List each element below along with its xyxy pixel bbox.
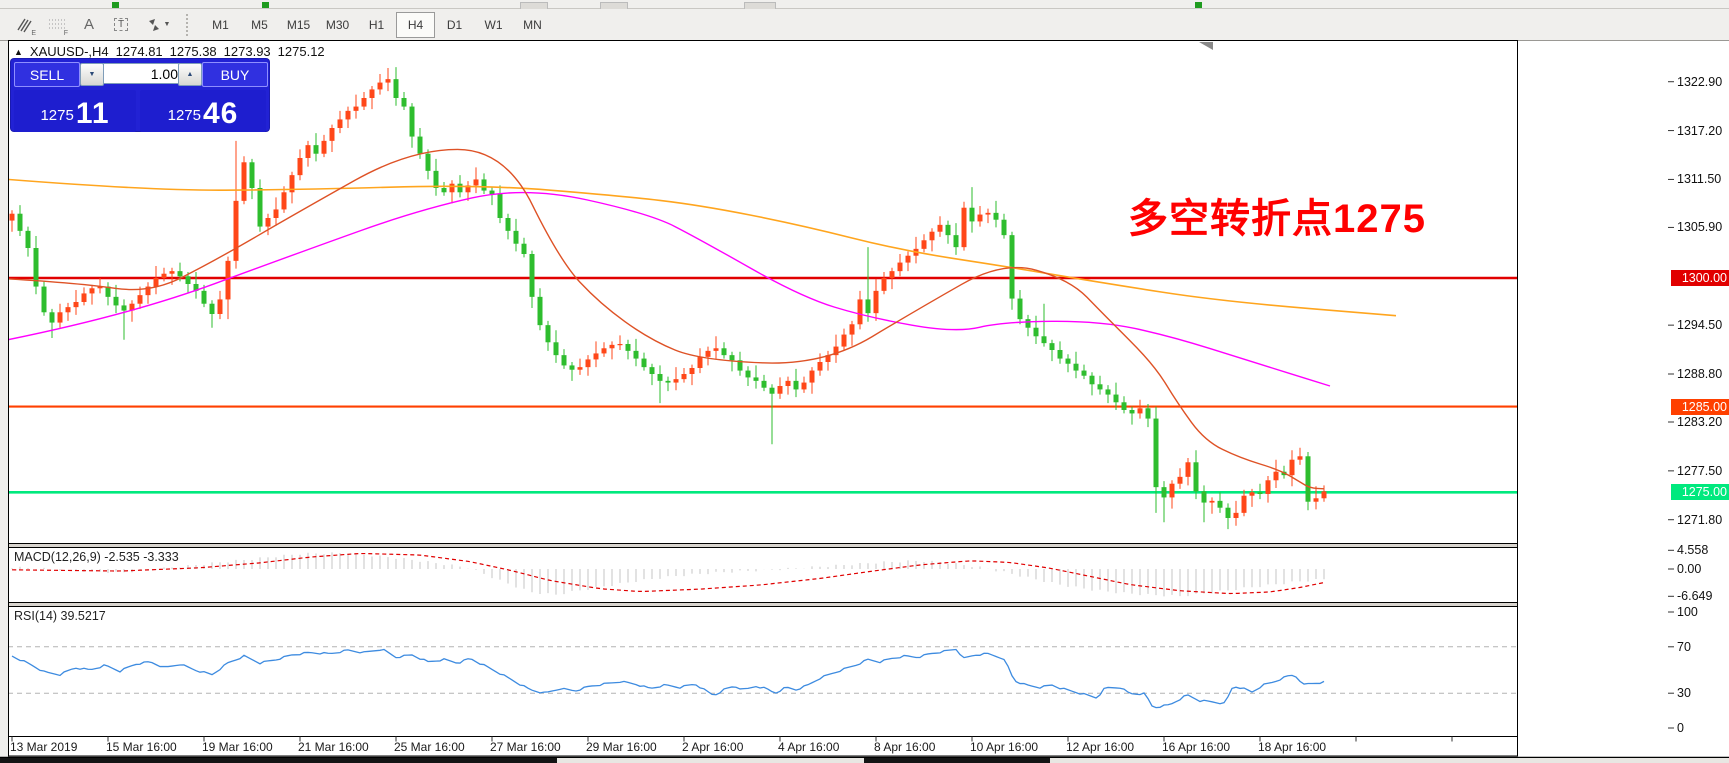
time-axis-label: 10 Apr 16:00 — [970, 740, 1038, 754]
sell-price-pips: 11 — [76, 99, 110, 129]
buy-button[interactable]: BUY — [202, 62, 268, 87]
buy-price-pips: 46 — [203, 99, 238, 129]
price-tick-label: 1294.50 — [1677, 318, 1722, 332]
price-tick-label: 1283.20 — [1677, 415, 1722, 429]
time-axis-label: 12 Apr 16:00 — [1066, 740, 1134, 754]
macd-tick-label: -6.649 — [1677, 589, 1712, 603]
volume-input[interactable] — [103, 63, 184, 84]
price-tick-label: 1317.20 — [1677, 124, 1722, 138]
time-axis-label: 25 Mar 16:00 — [394, 740, 465, 754]
quote-low: 1273.93 — [224, 44, 271, 59]
price-tick-label: 1277.50 — [1677, 464, 1722, 478]
price-tick-label: 1322.90 — [1677, 75, 1722, 89]
time-axis-label: 13 Mar 2019 — [10, 740, 77, 754]
macd-tick-label: 4.558 — [1677, 543, 1708, 557]
time-axis-label: 15 Mar 16:00 — [106, 740, 177, 754]
price-level-chip-1300.00: 1300.00 — [1671, 270, 1729, 286]
macd-tick-label: 0.00 — [1677, 562, 1701, 576]
rsi-tick-label: 0 — [1677, 721, 1684, 735]
one-click-trading-panel: SELL ▼ ▲ BUY 1275 11 1275 46 — [11, 59, 269, 131]
collapse-panel-icon[interactable]: ▲ — [14, 47, 23, 57]
rsi-tick-label: 70 — [1677, 640, 1691, 654]
time-axis-label: 21 Mar 16:00 — [298, 740, 369, 754]
time-axis-label: 16 Apr 16:00 — [1162, 740, 1230, 754]
rsi-tick-label: 30 — [1677, 686, 1691, 700]
taskbar-fragment — [0, 758, 557, 763]
volume-increase-button[interactable]: ▲ — [178, 63, 202, 86]
sell-button[interactable]: SELL — [14, 62, 80, 87]
chart-annotation-text[interactable]: 多空转折点1275 — [1128, 186, 1426, 244]
buy-price-display[interactable]: 1275 46 — [140, 90, 266, 132]
time-axis-label: 29 Mar 16:00 — [586, 740, 657, 754]
time-axis-label: 8 Apr 16:00 — [874, 740, 935, 754]
taskbar-fragment — [864, 758, 1050, 763]
trade-panel-controls: SELL ▼ ▲ BUY — [11, 59, 269, 87]
time-axis-label: 27 Mar 16:00 — [490, 740, 561, 754]
symbol-period-label: XAUUSD-,H4 — [30, 44, 109, 59]
quote-close: 1275.12 — [278, 44, 325, 59]
price-tick-label: 1311.50 — [1677, 172, 1721, 186]
time-axis-label: 18 Apr 16:00 — [1258, 740, 1326, 754]
trading-terminal-window: E F A T ▼ M1M5M15M30H1H4D1W1M — [0, 0, 1729, 763]
price-tick-label: 1271.80 — [1677, 513, 1722, 527]
buy-price-base: 1275 — [168, 103, 201, 129]
quote-open: 1274.81 — [116, 44, 163, 59]
time-axis-label: 19 Mar 16:00 — [202, 740, 273, 754]
chart-title: ▲ XAUUSD-,H4 1274.81 1275.38 1273.93 127… — [14, 44, 325, 59]
rsi-tick-label: 100 — [1677, 605, 1698, 619]
price-tick-label: 1288.80 — [1677, 367, 1722, 381]
time-axis-label: 2 Apr 16:00 — [682, 740, 743, 754]
price-level-chip-1285.00: 1285.00 — [1671, 399, 1729, 415]
price-level-chip-1275.00: 1275.00 — [1671, 484, 1729, 500]
sell-price-base: 1275 — [40, 103, 73, 129]
quote-high: 1275.38 — [170, 44, 217, 59]
window-bottom-edge — [0, 758, 1729, 763]
time-axis-label: 4 Apr 16:00 — [778, 740, 839, 754]
sell-price-display[interactable]: 1275 11 — [14, 90, 136, 132]
rsi-indicator-label: RSI(14) 39.5217 — [14, 609, 106, 623]
price-tick-label: 1305.90 — [1677, 220, 1722, 234]
macd-indicator-label: MACD(12,26,9) -2.535 -3.333 — [14, 550, 179, 564]
volume-decrease-button[interactable]: ▼ — [80, 63, 104, 86]
